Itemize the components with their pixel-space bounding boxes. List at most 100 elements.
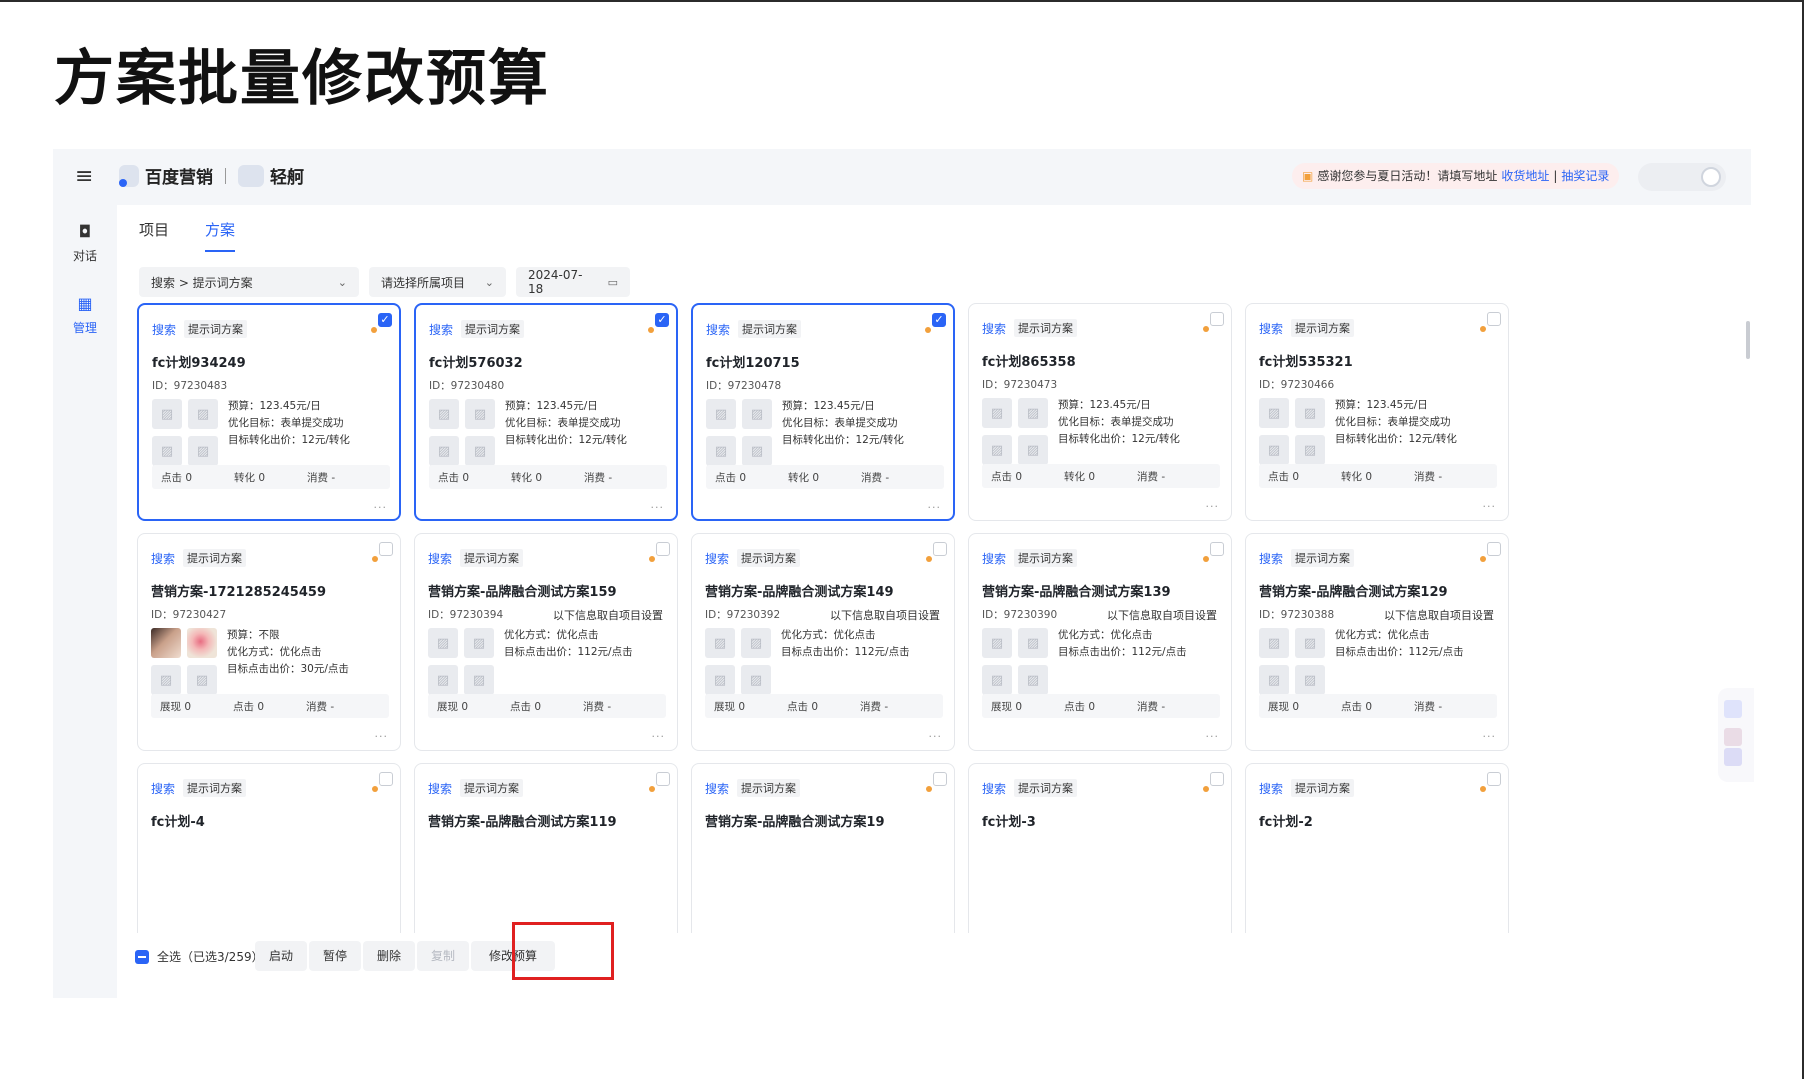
search-tag: 搜索 <box>151 551 176 566</box>
impressions-stat: 展现 0 <box>714 700 746 713</box>
menu-icon[interactable]: ≡ <box>75 166 93 188</box>
card-checkbox[interactable] <box>656 772 670 786</box>
more-options-icon[interactable]: ··· <box>1206 500 1220 513</box>
pause-button[interactable]: 暂停 <box>309 941 362 971</box>
enable-button[interactable]: 启动 <box>255 941 308 971</box>
scheme-name: 营销方案-品牌融合测试方案159 <box>428 585 617 600</box>
image-placeholder-icon: ▨ <box>741 665 771 695</box>
more-options-icon[interactable]: ··· <box>1483 730 1497 743</box>
address-link[interactable]: 收货地址 <box>1501 163 1549 189</box>
card-checkbox[interactable] <box>1487 312 1501 326</box>
floating-tool-widget[interactable] <box>1718 688 1754 782</box>
scheme-card[interactable]: 搜索 提示词方案 营销方案-品牌融合测试方案129 ID：97230388 以下信息取自… <box>1245 533 1509 751</box>
card-checkbox[interactable]: ✓ <box>378 313 392 327</box>
card-stats: 点击 0 转化 0 消费 - <box>982 464 1220 488</box>
image-placeholder-icon: ▨ <box>1259 628 1289 658</box>
card-checkbox[interactable] <box>1210 542 1224 556</box>
impressions-stat: 展现 0 <box>1268 700 1300 713</box>
delete-button[interactable]: 删除 <box>363 941 416 971</box>
scheme-card[interactable]: 搜索 提示词方案 营销方案-品牌融合测试方案119 <box>414 763 678 933</box>
search-tag: 搜索 <box>706 322 731 337</box>
more-options-icon[interactable]: ··· <box>651 501 665 514</box>
clicks-stat: 点击 0 <box>1268 470 1300 483</box>
more-options-icon[interactable]: ··· <box>652 730 666 743</box>
status-dot <box>372 786 378 792</box>
status-dot <box>926 786 932 792</box>
scheme-card[interactable]: 搜索 提示词方案 营销方案-1721285245459 ID：97230427 ▨ ▨ 预算… <box>137 533 401 751</box>
image-placeholder-icon: ▨ <box>1259 665 1289 695</box>
chevron-down-icon: ⌄ <box>337 275 347 289</box>
image-placeholder-icon: ▨ <box>151 665 181 695</box>
search-tag: 搜索 <box>1259 781 1284 796</box>
more-options-icon[interactable]: ··· <box>1206 730 1220 743</box>
scheme-card[interactable]: 搜索 提示词方案 fc计划-2 <box>1245 763 1509 933</box>
scheme-name: 营销方案-品牌融合测试方案139 <box>982 585 1171 600</box>
image-placeholder-icon: ▨ <box>464 628 494 658</box>
status-dot <box>1203 326 1209 332</box>
card-checkbox[interactable] <box>1487 542 1501 556</box>
card-checkbox[interactable]: ✓ <box>655 313 669 327</box>
scrollbar[interactable] <box>1746 321 1750 359</box>
tab-projects[interactable]: 项目 <box>139 219 169 252</box>
avatar[interactable] <box>1701 167 1721 187</box>
type-tag: 提示词方案 <box>184 320 248 338</box>
scheme-card[interactable]: 搜索 提示词方案 fc计划865358 ID：97230473 ▨ ▨ ▨ ▨ 预算：123.4… <box>968 303 1232 521</box>
thumbnail-grid: ▨ ▨ ▨ ▨ <box>428 628 496 696</box>
card-header: 搜索 提示词方案 <box>1259 779 1355 797</box>
brand-logo[interactable]: 百度营销 轻舸 <box>119 163 304 188</box>
more-options-icon[interactable]: ··· <box>928 501 942 514</box>
more-options-icon[interactable]: ··· <box>929 730 943 743</box>
scheme-card[interactable]: 搜索 提示词方案 ✓ fc计划120715 ID：97230478 ▨ ▨ ▨ ▨ 预算：123.… <box>691 303 955 521</box>
date-picker[interactable]: 2024-07-18 ▭ <box>516 267 630 297</box>
notice-text: 感谢您参与夏日活动！请填写地址 <box>1317 169 1498 183</box>
search-tag: 搜索 <box>1259 321 1284 336</box>
chat-icon: ◘ <box>78 222 92 241</box>
card-header: 搜索 提示词方案 <box>705 549 801 567</box>
card-checkbox[interactable] <box>933 772 947 786</box>
scheme-card[interactable]: 搜索 提示词方案 fc计划-4 <box>137 763 401 933</box>
select-all-checkbox[interactable]: 全选（已选3/259） <box>135 948 264 965</box>
card-header: 搜索 提示词方案 <box>151 779 247 797</box>
scheme-card[interactable]: 搜索 提示词方案 fc计划535321 ID：97230466 ▨ ▨ ▨ ▨ 预算：123.4… <box>1245 303 1509 521</box>
scheme-card[interactable]: 搜索 提示词方案 ✓ fc计划934249 ID：97230483 ▨ ▨ ▨ ▨ 预算：123.… <box>137 303 401 521</box>
type-tag: 提示词方案 <box>737 779 801 797</box>
search-tag: 搜索 <box>705 781 730 796</box>
sidebar-item-chat[interactable]: ◘ 对话 <box>53 223 117 264</box>
card-header: 搜索 提示词方案 <box>982 319 1078 337</box>
thumbnail-grid: ▨ ▨ ▨ ▨ <box>705 628 773 696</box>
more-options-icon[interactable]: ··· <box>374 501 388 514</box>
card-checkbox[interactable] <box>1487 772 1501 786</box>
scheme-card[interactable]: 搜索 提示词方案 营销方案-品牌融合测试方案159 ID：97230394 以下信息取自… <box>414 533 678 751</box>
card-checkbox[interactable] <box>1210 312 1224 326</box>
card-checkbox[interactable]: ✓ <box>932 313 946 327</box>
project-select[interactable]: 请选择所属项目 ⌄ <box>369 267 506 297</box>
card-checkbox[interactable] <box>1210 772 1224 786</box>
meta-line: 优化目标：表单提交成功 <box>228 417 344 429</box>
meta-line: 目标点击出价：112元/点击 <box>781 646 910 658</box>
app-window: ≡ 百度营销 轻舸 ▣ 感谢您参与夏日活动！请填写地址 收货地址 | 抽奖记录 … <box>53 149 1751 998</box>
clicks-stat: 点击 0 <box>715 471 747 484</box>
meta-line: 目标点击出价：112元/点击 <box>504 646 633 658</box>
search-tag: 搜索 <box>429 322 454 337</box>
scheme-card[interactable]: 搜索 提示词方案 营销方案-品牌融合测试方案149 ID：97230392 以下信息取自… <box>691 533 955 751</box>
scheme-type-select[interactable]: 搜索 > 提示词方案 ⌄ <box>139 267 359 297</box>
tab-schemes[interactable]: 方案 <box>205 219 236 252</box>
scheme-card[interactable]: 搜索 提示词方案 营销方案-品牌融合测试方案139 ID：97230390 以下信息取自… <box>968 533 1232 751</box>
card-checkbox[interactable] <box>379 542 393 556</box>
scheme-card[interactable]: 搜索 提示词方案 ✓ fc计划576032 ID：97230480 ▨ ▨ ▨ ▨ 预算：123.… <box>414 303 678 521</box>
card-checkbox[interactable] <box>656 542 670 556</box>
more-options-icon[interactable]: ··· <box>375 730 389 743</box>
impressions-stat: 展现 0 <box>437 700 469 713</box>
sidebar-item-manage[interactable]: ▦ 管理 <box>53 295 117 336</box>
qingge-logo-icon <box>238 164 264 187</box>
card-checkbox[interactable] <box>933 542 947 556</box>
card-checkbox[interactable] <box>379 772 393 786</box>
copy-button[interactable]: 复制 <box>417 941 470 971</box>
more-options-icon[interactable]: ··· <box>1483 500 1497 513</box>
scheme-card[interactable]: 搜索 提示词方案 营销方案-品牌融合测试方案19 <box>691 763 955 933</box>
project-settings-note: 以下信息取自项目设置 <box>1384 609 1494 622</box>
card-stats: 展现 0 点击 0 消费 - <box>428 694 666 718</box>
scheme-card[interactable]: 搜索 提示词方案 fc计划-3 <box>968 763 1232 933</box>
lottery-record-link[interactable]: 抽奖记录 <box>1561 163 1609 189</box>
meta-line: 目标点击出价：30元/点击 <box>227 663 349 675</box>
